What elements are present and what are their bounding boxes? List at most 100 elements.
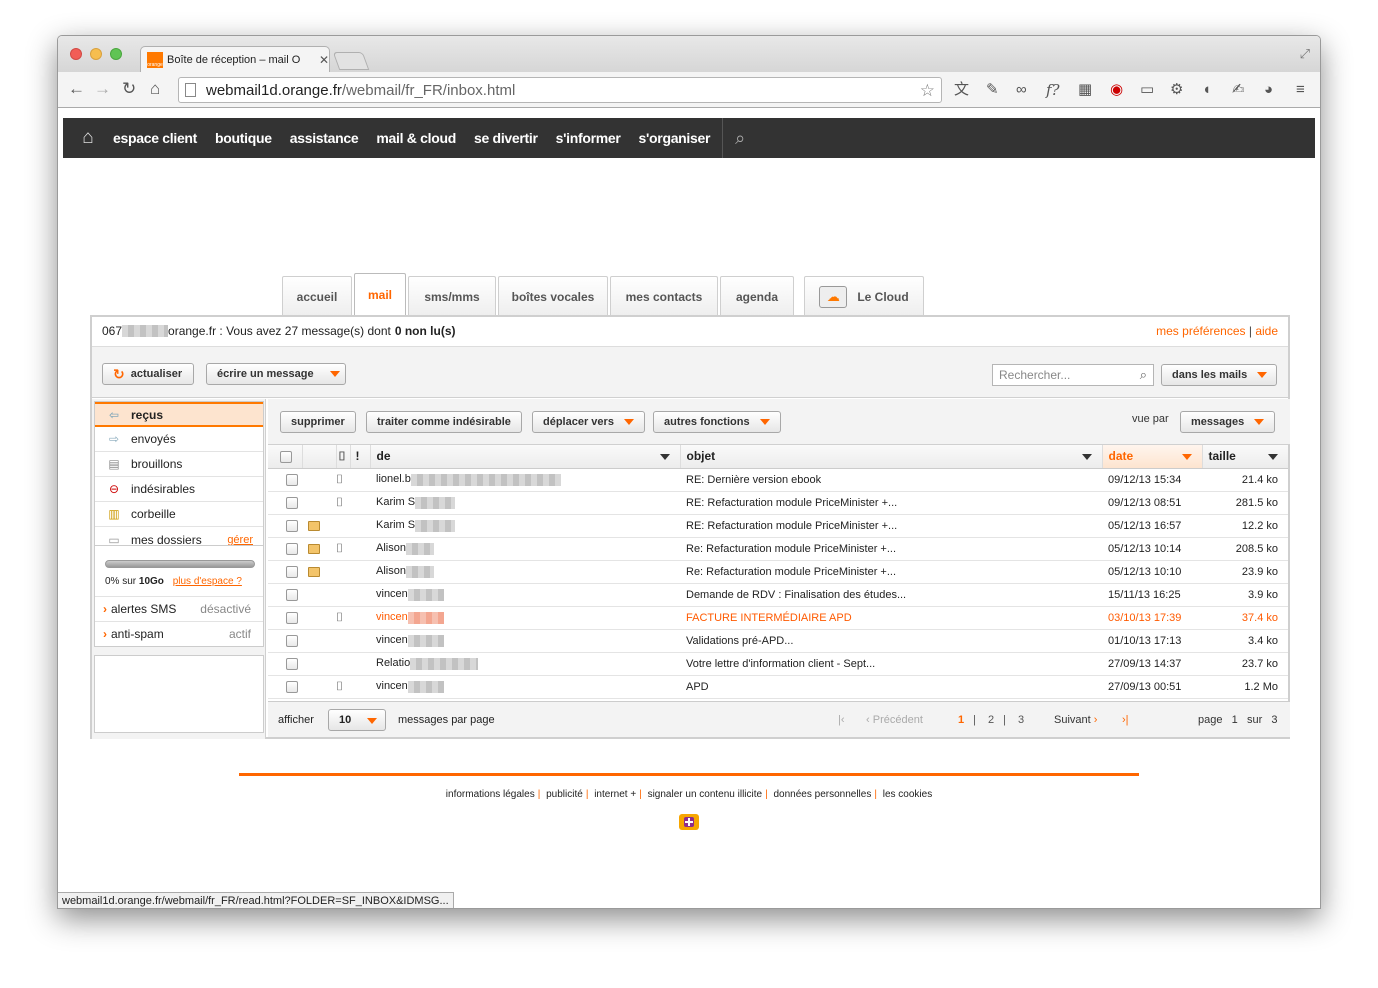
row-checkbox[interactable]	[286, 473, 298, 486]
sms-alerts-row[interactable]: › alertes SMS désactivé	[95, 596, 263, 621]
mark-spam-button[interactable]: traiter comme indésirable	[366, 411, 522, 433]
table-row[interactable]: Alison Re: Refacturation module PriceMini…	[268, 560, 1288, 584]
table-row[interactable]: ⌷ lionel.b RE: Dernière version ebook 09/12…	[268, 468, 1288, 492]
tab-mes-contacts[interactable]: mes contacts	[610, 276, 718, 316]
tab-le-cloud[interactable]: ☁ Le Cloud	[804, 276, 924, 316]
nav-assistance[interactable]: assistance	[290, 130, 359, 146]
folder-brouillons[interactable]: ▤ brouillons	[95, 452, 263, 477]
translate-extension-icon[interactable]: 文	[954, 81, 969, 99]
table-row[interactable]: ⌷ Alison Re: Refacturation module PriceMin…	[268, 537, 1288, 561]
help-link[interactable]: aide	[1255, 324, 1278, 338]
zoom-window-button[interactable]	[110, 48, 122, 60]
folder-indesirables[interactable]: ⊖ indésirables	[95, 477, 263, 502]
manage-folders-link[interactable]: gérer	[227, 534, 253, 546]
row-checkbox[interactable]	[286, 519, 298, 532]
row-checkbox[interactable]	[286, 542, 298, 555]
window-extension-icon[interactable]: ▭	[1140, 81, 1154, 99]
close-window-button[interactable]	[70, 48, 82, 60]
folder-envoyes[interactable]: ⇨ envoyés	[95, 427, 263, 452]
home-icon[interactable]: ⌂	[150, 80, 160, 98]
row-checkbox[interactable]	[286, 496, 298, 509]
next-page-link[interactable]: Suivant ›	[1054, 714, 1097, 726]
table-row[interactable]: Karim S RE: Refacturation module PriceMin…	[268, 514, 1288, 538]
search-scope-select[interactable]: dans les mails	[1161, 364, 1277, 386]
color-extension-icon[interactable]: ◕	[1264, 81, 1273, 99]
reload-icon[interactable]: ↻	[122, 80, 136, 98]
footer-link-cookies[interactable]: les cookies	[883, 789, 932, 800]
nav-s-informer[interactable]: s'informer	[556, 130, 621, 146]
nav-s-organiser[interactable]: s'organiser	[639, 130, 711, 146]
priority-header[interactable]: !	[350, 445, 371, 469]
eyedropper-extension-icon[interactable]: ✎	[986, 81, 999, 99]
tab-agenda[interactable]: agenda	[720, 276, 794, 316]
page-2-link[interactable]: 2	[988, 714, 994, 726]
folder-corbeille[interactable]: ▥ corbeille	[95, 502, 263, 527]
gear-icon[interactable]: ⚙	[1170, 81, 1183, 99]
table-row[interactable]: vincen Validations pré-APD... 01/10/13 17:…	[268, 629, 1288, 653]
back-icon[interactable]: ←	[68, 80, 85, 98]
first-page-icon[interactable]: |‹	[838, 714, 845, 726]
date-header[interactable]: date	[1102, 445, 1203, 469]
anti-spam-row[interactable]: › anti-spam actif	[95, 621, 263, 646]
search-icon[interactable]: ⌕	[723, 128, 757, 149]
refresh-button[interactable]: ↻ actualiser	[102, 363, 194, 385]
nav-mail-cloud[interactable]: mail & cloud	[376, 130, 456, 146]
tab-boites-vocales[interactable]: boîtes vocales	[498, 276, 608, 316]
tab-sms-mms[interactable]: sms/mms	[408, 276, 496, 316]
flag-extension-icon[interactable]: ▦	[1078, 81, 1092, 99]
row-checkbox[interactable]	[286, 657, 298, 670]
more-space-link[interactable]: plus d'espace ?	[173, 576, 242, 587]
nav-espace-client[interactable]: espace client	[113, 130, 197, 146]
preferences-link[interactable]: mes préférences	[1156, 324, 1245, 338]
signature-extension-icon[interactable]: ✍	[1232, 81, 1245, 99]
page-3-link[interactable]: 3	[1018, 714, 1024, 726]
row-checkbox[interactable]	[286, 680, 298, 693]
row-checkbox[interactable]	[286, 565, 298, 578]
row-checkbox[interactable]	[286, 611, 298, 624]
subject-header[interactable]: objet	[680, 445, 1103, 469]
footer-link-internet[interactable]: internet +	[594, 789, 636, 800]
footer-link-privacy[interactable]: données personnelles	[773, 789, 871, 800]
from-header[interactable]: de	[370, 445, 681, 469]
table-row[interactable]: Relatio Votre lettre d'information client…	[268, 652, 1288, 676]
mask-extension-icon[interactable]: ∞	[1016, 81, 1027, 99]
address-bar[interactable]: webmail1d.orange.fr/webmail/fr_FR/inbox.…	[178, 77, 942, 103]
shield-extension-icon[interactable]: ◖	[1202, 81, 1211, 99]
per-page-select[interactable]: 10	[328, 709, 386, 731]
footer-link-ads[interactable]: publicité	[546, 789, 583, 800]
record-extension-icon[interactable]: ◉	[1110, 81, 1123, 99]
previous-page-link[interactable]: ‹ Précédent	[866, 714, 923, 726]
search-input[interactable]: Rechercher... ⌕	[992, 364, 1154, 386]
table-row[interactable]: ⌷ vincen APD 27/09/13 00:51 1.2 Mo	[268, 675, 1288, 699]
last-page-icon[interactable]: ›|	[1122, 714, 1129, 726]
nav-se-divertir[interactable]: se divertir	[474, 130, 538, 146]
compose-button[interactable]: écrire un message	[206, 363, 346, 385]
table-row[interactable]: vincen Demande de RDV : Finalisation des …	[268, 583, 1288, 607]
new-tab-button[interactable]	[332, 52, 370, 70]
footer-link-legal[interactable]: informations légales	[446, 789, 535, 800]
view-by-select[interactable]: messages	[1180, 411, 1276, 433]
table-row[interactable]: ⌷ vincen FACTURE INTERMÉDIAIRE APD 03/10/13…	[268, 606, 1288, 630]
row-checkbox[interactable]	[286, 588, 298, 601]
select-all-checkbox[interactable]	[280, 451, 292, 464]
search-icon[interactable]: ⌕	[1140, 367, 1147, 383]
font-extension-icon[interactable]: f?	[1046, 81, 1060, 99]
nav-boutique[interactable]: boutique	[215, 130, 272, 146]
attachment-header[interactable]: ⌷	[336, 445, 351, 469]
browser-tab[interactable]: orange Boîte de réception – mail O ✕	[140, 46, 330, 72]
minimize-window-button[interactable]	[90, 48, 102, 60]
folder-recus[interactable]: ⇦ reçus	[95, 402, 263, 427]
net-plus-sur-logo[interactable]	[676, 809, 702, 835]
tab-mail[interactable]: mail	[354, 273, 406, 316]
size-header[interactable]: taille	[1202, 445, 1288, 469]
menu-icon[interactable]: ≡	[1296, 81, 1305, 99]
forward-icon[interactable]: →	[94, 80, 111, 98]
footer-link-report[interactable]: signaler un contenu illicite	[648, 789, 763, 800]
more-functions-button[interactable]: autres fonctions	[653, 411, 781, 433]
table-row[interactable]: ⌷ Karim S RE: Refacturation module PriceMi…	[268, 491, 1288, 515]
move-to-button[interactable]: déplacer vers	[532, 411, 645, 433]
tab-accueil[interactable]: accueil	[282, 276, 352, 316]
delete-button[interactable]: supprimer	[280, 411, 356, 433]
fullscreen-icon[interactable]: ⤢	[1300, 46, 1310, 62]
bookmark-star-icon[interactable]: ☆	[920, 81, 935, 101]
